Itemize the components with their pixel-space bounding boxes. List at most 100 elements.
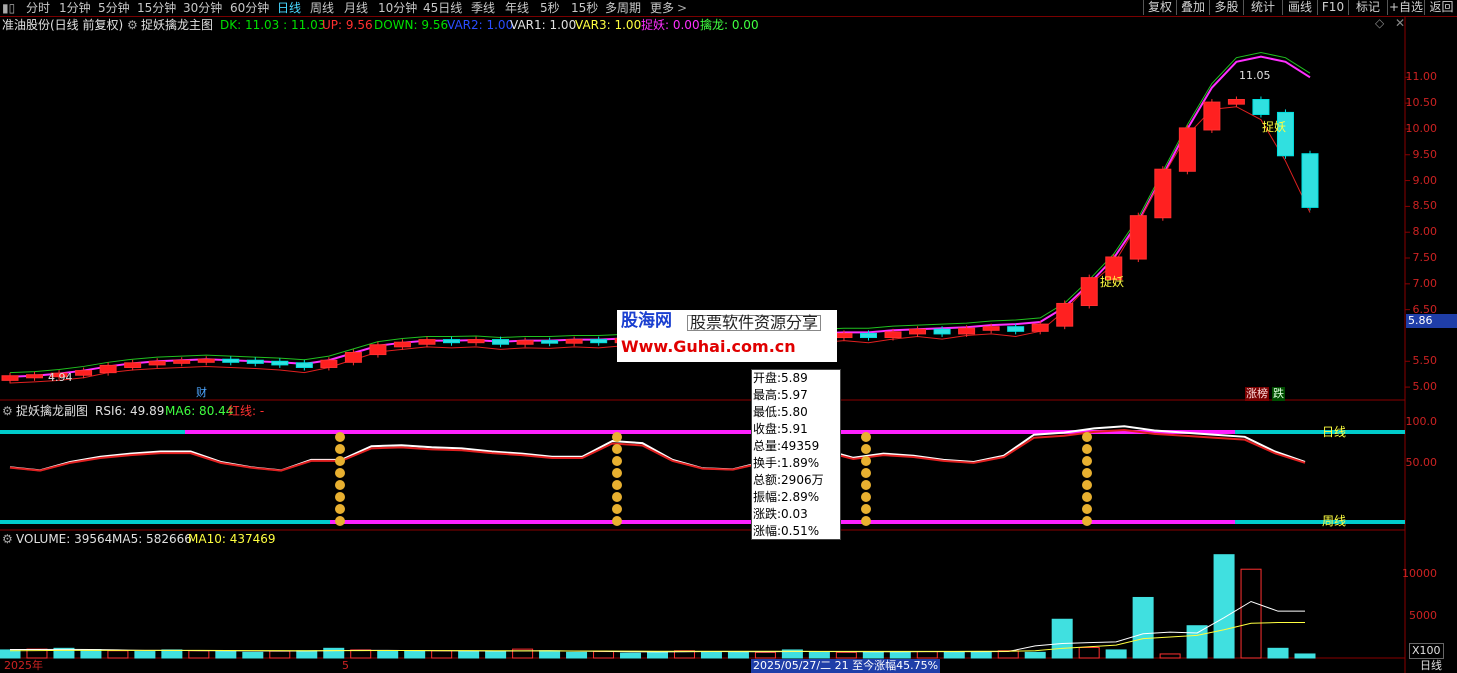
candle-body: [222, 358, 240, 363]
volume-bar: [970, 651, 992, 659]
volume-bar: [323, 647, 345, 659]
coin-marker: [335, 492, 345, 502]
candle-body: [492, 339, 510, 345]
volume-bar: [458, 651, 480, 659]
volume-bar: [215, 651, 237, 659]
last-price-tag: 5.86: [1406, 314, 1457, 328]
main-y-tick-3: 9.50: [1412, 147, 1438, 161]
zhangbang-badge[interactable]: 涨榜: [1245, 387, 1269, 401]
candle-body: [590, 339, 608, 344]
candle-body: [1227, 99, 1245, 105]
coin-marker: [1082, 456, 1092, 466]
vol-y-tick-10000: 10000: [1402, 567, 1437, 580]
candle-body: [1154, 168, 1172, 219]
finance-marker[interactable]: 财: [196, 386, 207, 400]
coin-marker: [861, 468, 871, 478]
main-y-tick-7: 7.50: [1412, 251, 1438, 264]
volume-bar: [296, 650, 318, 659]
volume-bar: [269, 650, 291, 659]
volume-bar: [862, 651, 884, 659]
volume-bar: [1024, 651, 1046, 659]
coin-marker: [861, 432, 871, 442]
volume-bar: [1105, 649, 1127, 659]
candle-body: [295, 362, 313, 368]
bar-info-tooltip: 开盘:5.89 最高:5.97 最低:5.80 收盘:5.91 总量:49359…: [751, 369, 841, 540]
ma5-line: [9, 600, 1305, 653]
main-y-tick-10: 5.50: [1412, 354, 1438, 368]
volume-bar: [916, 651, 938, 659]
coin-marker: [861, 492, 871, 502]
candle-body: [1, 375, 19, 381]
volume-bar: [1159, 653, 1181, 659]
vol-y-tick-5000: 5000: [1409, 609, 1437, 622]
year-label: 2025年: [4, 659, 43, 672]
watermark-logo: 股海网 股票软件资源分享 Www.Guhai.com.cn: [617, 310, 837, 362]
coin-marker: [861, 480, 871, 490]
coin-marker: [1082, 504, 1092, 514]
watermark-slogan: 股票软件资源分享: [687, 315, 822, 331]
candle-body: [99, 364, 117, 374]
candle-body: [541, 340, 559, 344]
coin-marker: [861, 444, 871, 454]
candle-body: [1129, 215, 1147, 260]
tooltip-high: 最高:5.97: [753, 388, 808, 402]
coin-marker: [1082, 492, 1092, 502]
volume-bar: [1078, 647, 1100, 659]
watermark-brand: 股海网: [621, 311, 672, 331]
coin-marker: [1082, 480, 1092, 490]
tooltip-close: 收盘:5.91: [753, 422, 808, 436]
coin-marker: [1082, 432, 1092, 442]
main-y-tick-8: 7.00: [1412, 276, 1438, 290]
tooltip-change: 涨跌:0.03: [753, 507, 808, 521]
coin-marker: [612, 516, 622, 526]
coin-marker: [612, 480, 622, 490]
coin-marker: [612, 432, 622, 442]
candle-body: [565, 339, 583, 344]
main-y-tick-0: 11.00: [1405, 70, 1438, 84]
candle-body: [75, 370, 93, 376]
candle-body: [1178, 127, 1196, 172]
candle-body: [909, 328, 927, 335]
candle-body: [418, 339, 436, 345]
tooltip-change-pct: 涨幅:0.51%: [753, 524, 820, 538]
main-y-tick-11: 5.00: [1412, 380, 1438, 394]
volume-bar: [134, 651, 156, 659]
coin-marker: [612, 444, 622, 454]
period-indicator: 日线: [1420, 659, 1442, 672]
volume-bar: [1051, 618, 1073, 659]
status-date-range: 2025/05/27/二 21 至今涨幅45.75%: [751, 659, 941, 673]
volume-bar: [350, 649, 372, 659]
candle-body: [271, 360, 289, 366]
watermark-url: Www.Guhai.com.cn: [621, 337, 796, 356]
main-y-tick-4: 9.00: [1412, 173, 1438, 187]
volume-bar: [700, 651, 722, 659]
volume-chart: [0, 554, 1316, 659]
candle-body: [173, 359, 191, 364]
coin-marker: [335, 480, 345, 490]
main-y-tick-1: 10.50: [1405, 96, 1438, 110]
coin-marker: [335, 468, 345, 478]
coin-marker: [335, 516, 345, 526]
die-badge[interactable]: 跌: [1272, 387, 1285, 401]
candle-body: [369, 344, 387, 356]
volume-bar: [242, 651, 264, 659]
volume-bar: [404, 650, 426, 659]
volume-bar: [647, 651, 668, 659]
candle-body: [835, 332, 853, 339]
volume-bar: [1132, 596, 1154, 659]
week-line-label: 周线: [1322, 514, 1347, 528]
coin-marker: [612, 492, 622, 502]
volume-bar: [593, 651, 615, 659]
candle-body: [1007, 326, 1025, 332]
volume-bar: [1294, 653, 1316, 659]
volume-bar: [1186, 625, 1208, 659]
candle-body: [859, 332, 877, 339]
candle-body: [1080, 277, 1098, 307]
volume-bar: [889, 651, 911, 659]
candle-body: [320, 359, 338, 368]
coin-marker: [335, 456, 345, 466]
candle-body: [1056, 302, 1074, 327]
sub-y-tick-100: 100.0: [1405, 415, 1438, 428]
coin-marker: [335, 432, 345, 442]
coin-marker: [1082, 468, 1092, 478]
